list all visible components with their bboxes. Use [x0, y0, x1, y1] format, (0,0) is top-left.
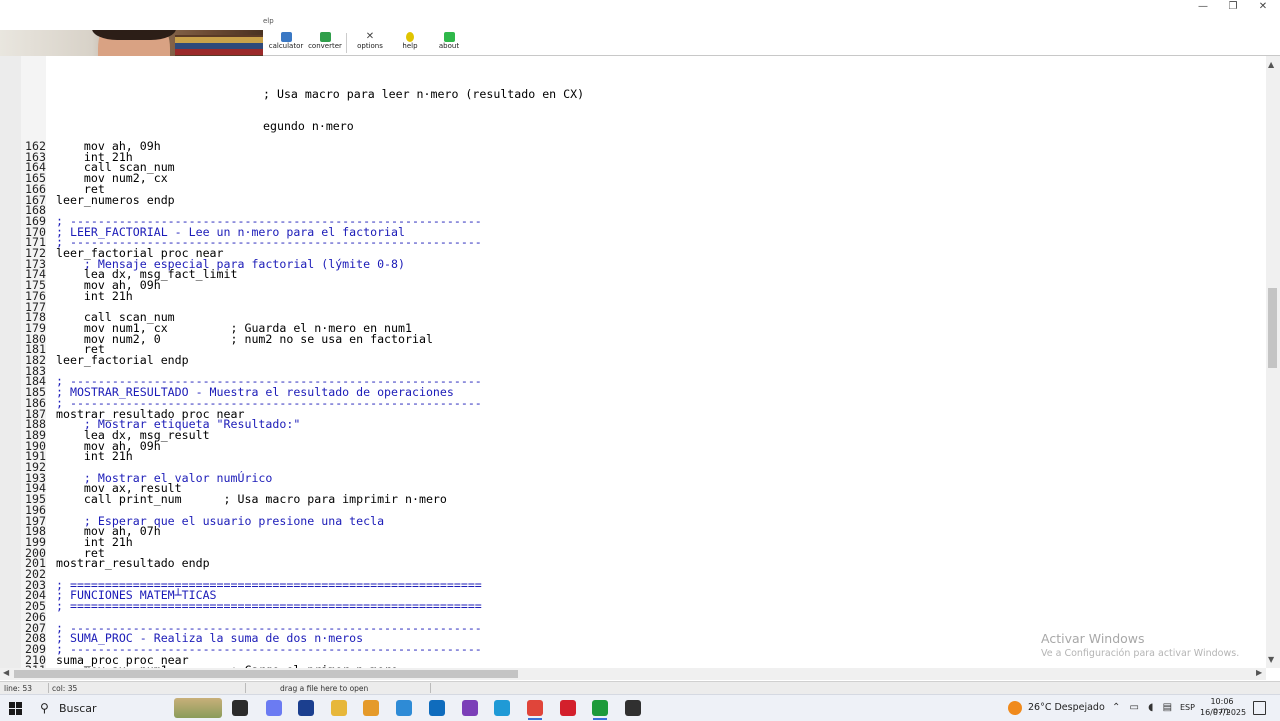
- news-widget-icon[interactable]: [174, 698, 222, 718]
- options-button[interactable]: ✕ options: [350, 31, 390, 54]
- vertical-scroll-thumb[interactable]: [1268, 288, 1277, 368]
- about-button[interactable]: about: [429, 31, 469, 54]
- search-label: Buscar: [59, 702, 97, 715]
- converter-label: converter: [308, 42, 342, 50]
- status-bar: line: 53 col: 35 drag a file here to ope…: [0, 681, 1280, 695]
- help-label: help: [402, 42, 418, 50]
- edge-icon[interactable]: [494, 700, 510, 716]
- line-text: int 21h: [56, 449, 133, 464]
- about-icon: [443, 32, 455, 42]
- horizontal-scroll-thumb[interactable]: [14, 670, 518, 678]
- maximize-button[interactable]: ❐: [1218, 0, 1248, 14]
- calculator-button[interactable]: calculator: [266, 31, 306, 54]
- status-separator: [245, 683, 246, 693]
- close-button[interactable]: ✕: [1248, 0, 1278, 14]
- weather-text[interactable]: 26°C Despejado: [1028, 702, 1105, 713]
- bookmark-gutter: [0, 56, 21, 668]
- scroll-right-arrow-icon[interactable]: ▶: [1256, 668, 1262, 677]
- code-editor[interactable]: ; Usa macro para leer n·mero (resultado …: [0, 56, 1266, 676]
- partial-line-1: ; Usa macro para leer n·mero (resultado …: [263, 87, 585, 101]
- search-icon: ⚲: [40, 701, 49, 715]
- toolbar-separator: [346, 33, 347, 53]
- pen-app-icon[interactable]: [298, 700, 314, 716]
- task-view-icon[interactable]: [232, 700, 248, 716]
- weather-icon[interactable]: [1008, 701, 1022, 715]
- status-line: line: 53: [4, 684, 32, 693]
- status-drag-hint: drag a file here to open: [280, 684, 369, 693]
- toolbar: calculator converter ✕ options help abou…: [263, 30, 1280, 56]
- outlook-icon[interactable]: [429, 700, 445, 716]
- status-separator: [430, 683, 431, 693]
- start-button[interactable]: [9, 702, 22, 715]
- store-icon[interactable]: [396, 700, 412, 716]
- window-caption: elp: [263, 17, 274, 25]
- line-text: leer_numeros endp: [56, 192, 175, 207]
- emu8086-icon[interactable]: [592, 700, 608, 716]
- calculator-label: calculator: [268, 42, 304, 50]
- activation-watermark-title: Activar Windows: [1041, 631, 1145, 646]
- calculator-icon: [280, 32, 292, 42]
- about-label: about: [438, 42, 460, 50]
- line-text: leer_factorial endp: [56, 353, 189, 367]
- title-bar: elp — ❐ ✕: [0, 0, 1280, 30]
- opera-icon[interactable]: [560, 700, 576, 716]
- tools-icon: ✕: [365, 31, 375, 42]
- options-label: options: [357, 42, 383, 50]
- activation-watermark-subtitle: Ve a Configuración para activar Windows.: [1041, 648, 1240, 659]
- system-tray-icons[interactable]: ⌃ ▭ ◖ ▤: [1112, 702, 1175, 713]
- status-separator: [48, 683, 49, 693]
- line-text: mostrar_resultado endp: [56, 556, 210, 571]
- converter-button[interactable]: converter: [305, 31, 345, 54]
- chrome-icon[interactable]: [527, 700, 543, 716]
- status-col: col: 35: [52, 684, 78, 693]
- taskbar: ⚲ Buscar 26°C Despejado ⌃ ▭ ◖ ▤ ESP 10:0…: [0, 694, 1280, 721]
- taskbar-search[interactable]: ⚲ Buscar: [31, 697, 169, 719]
- language-indicator[interactable]: ESP: [1180, 703, 1195, 712]
- copilot-icon[interactable]: [266, 700, 282, 716]
- scroll-up-arrow-icon[interactable]: ▲: [1268, 60, 1274, 69]
- obs-icon[interactable]: [625, 700, 641, 716]
- converter-icon: [319, 32, 331, 42]
- line-text: ; ======================================…: [56, 599, 482, 614]
- file-explorer-icon[interactable]: [331, 700, 347, 716]
- scroll-down-arrow-icon[interactable]: ▼: [1268, 655, 1274, 664]
- clock-date[interactable]: 16/07/2025: [1200, 708, 1246, 717]
- scroll-left-arrow-icon[interactable]: ◀: [3, 668, 9, 677]
- help-icon: [406, 32, 414, 42]
- line-text: mov num2, 0 ; num2 no se usa en factoria…: [56, 331, 433, 346]
- help-button[interactable]: help: [390, 31, 430, 54]
- notifications-icon[interactable]: [1253, 701, 1266, 715]
- partial-line-2: egundo n·mero: [263, 119, 354, 133]
- visual-studio-icon[interactable]: [462, 700, 478, 716]
- line-text: call print_num ; Usa macro para imprimir…: [56, 492, 447, 507]
- minimize-button[interactable]: —: [1188, 0, 1218, 14]
- media-player-icon[interactable]: [363, 700, 379, 716]
- line-text: int 21h: [56, 288, 133, 303]
